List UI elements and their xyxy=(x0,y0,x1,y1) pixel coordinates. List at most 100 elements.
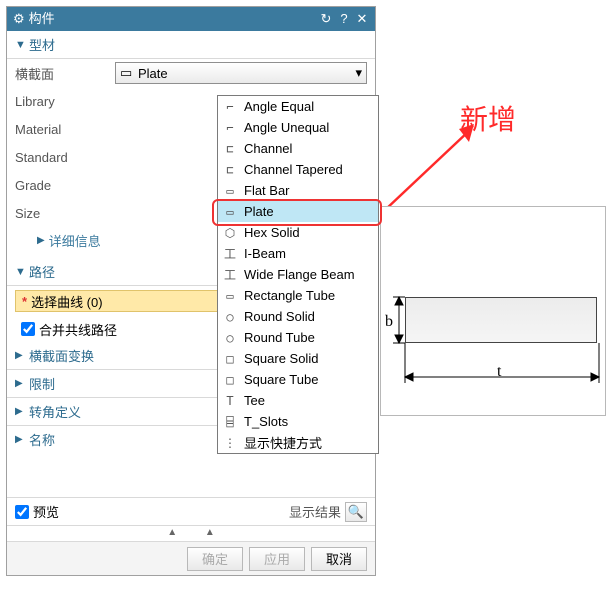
show-result-label: 显示结果 xyxy=(289,502,341,521)
dropdown-item-label: Wide Flange Beam xyxy=(244,267,355,282)
dropdown-item[interactable]: ⌐ Angle Equal xyxy=(218,96,378,117)
chevron-down-icon: ▾ xyxy=(355,65,362,81)
option-icon: ▭ xyxy=(222,205,238,219)
option-icon: ▭ xyxy=(222,184,238,198)
show-result-button[interactable]: 🔍 xyxy=(345,502,367,522)
dropdown-item-label: 显示快捷方式 xyxy=(244,433,322,452)
label-material: Material xyxy=(15,122,115,137)
dropdown-item-label: Round Tube xyxy=(244,330,315,345)
chevron-right-icon xyxy=(15,406,29,417)
option-icon: T xyxy=(222,394,238,408)
required-asterisk-icon: * xyxy=(22,294,27,309)
dropdown-item[interactable]: 工 Wide Flange Beam xyxy=(218,264,378,285)
dropdown-item-label: Angle Equal xyxy=(244,99,314,114)
dropdown-item[interactable]: ⌸ T_Slots xyxy=(218,411,378,432)
search-icon: 🔍 xyxy=(348,504,364,520)
dropdown-item[interactable]: ○ Round Tube xyxy=(218,327,378,348)
option-icon: ⌐ xyxy=(222,121,238,135)
dropdown-item[interactable]: ▭ Flat Bar xyxy=(218,180,378,201)
panel-title: 构件 xyxy=(29,7,55,31)
label-standard: Standard xyxy=(15,150,115,165)
titlebar: ⚙ 构件 ↻ ? ✕ xyxy=(7,7,375,31)
dropdown-item[interactable]: ⊏ Channel xyxy=(218,138,378,159)
help-icon[interactable]: ? xyxy=(335,7,353,31)
dropdown-item[interactable]: □ Square Tube xyxy=(218,369,378,390)
section-name-label: 名称 xyxy=(29,430,55,449)
chevron-right-icon xyxy=(37,235,45,246)
dimension-lines xyxy=(381,207,605,415)
chevron-right-icon xyxy=(15,434,29,445)
option-icon: ⊏ xyxy=(222,163,238,177)
cross-section-dropdown-list: ⌐ Angle Equal ⌐ Angle Unequal ⊏ Channel ⊏ Chann… xyxy=(217,95,379,454)
option-icon: 工 xyxy=(222,266,238,283)
dropdown-item-label: Flat Bar xyxy=(244,183,290,198)
cross-section-value: Plate xyxy=(138,66,168,81)
cross-section-dropdown[interactable]: ▭ Plate ▾ xyxy=(115,62,367,84)
label-cross-section: 横截面 xyxy=(15,64,115,83)
merge-colinear-checkbox[interactable] xyxy=(21,322,35,336)
section-limit-label: 限制 xyxy=(29,374,55,393)
dropdown-item-label: Channel Tapered xyxy=(244,162,343,177)
callout-arrow-icon xyxy=(380,120,480,220)
option-icon: ⋮ xyxy=(222,436,238,450)
dropdown-item[interactable]: ▭ Plate xyxy=(218,201,378,222)
option-icon: ○ xyxy=(222,310,238,324)
preview-label: 预览 xyxy=(33,502,59,521)
section-profile-label: 型材 xyxy=(29,35,55,54)
dropdown-item-label: Plate xyxy=(244,204,274,219)
footer-row-2: 确定 应用 取消 xyxy=(7,541,375,575)
details-label: 详细信息 xyxy=(49,231,101,250)
refresh-icon[interactable]: ↻ xyxy=(317,7,335,31)
section-path-label: 路径 xyxy=(29,262,55,281)
dropdown-item[interactable]: ⌐ Angle Unequal xyxy=(218,117,378,138)
dim-b-label: b xyxy=(385,313,393,331)
gear-icon[interactable]: ⚙ xyxy=(13,7,25,31)
chevron-right-icon xyxy=(15,350,29,361)
dropdown-item[interactable]: ⊏ Channel Tapered xyxy=(218,159,378,180)
row-cross-section: 横截面 ▭ Plate ▾ xyxy=(15,59,367,87)
dropdown-item[interactable]: □ Square Solid xyxy=(218,348,378,369)
cancel-button[interactable]: 取消 xyxy=(311,547,367,571)
section-profile-header[interactable]: 型材 xyxy=(7,31,375,59)
label-size: Size xyxy=(15,206,115,221)
dropdown-item[interactable]: ⬡ Hex Solid xyxy=(218,222,378,243)
dropdown-item-label: Square Tube xyxy=(244,372,318,387)
section-xsect-transform-label: 横截面变换 xyxy=(29,346,94,365)
dropdown-item-label: Hex Solid xyxy=(244,225,300,240)
close-icon[interactable]: ✕ xyxy=(353,7,371,31)
dropdown-item-label: T_Slots xyxy=(244,414,288,429)
option-icon: ▭ xyxy=(222,289,238,303)
dropdown-item[interactable]: ▭Rectangle Tube xyxy=(218,285,378,306)
option-icon: □ xyxy=(222,352,238,366)
option-icon: ⬡ xyxy=(222,226,238,240)
dropdown-item-label: I-Beam xyxy=(244,246,286,261)
merge-colinear-label: 合并共线路径 xyxy=(39,320,117,339)
option-icon: 工 xyxy=(222,245,238,262)
dropdown-item-label: Tee xyxy=(244,393,265,408)
preview-checkbox[interactable] xyxy=(15,505,29,519)
plate-icon: ▭ xyxy=(120,65,134,81)
collapse-handle[interactable]: ▲ ▲ xyxy=(7,525,375,541)
option-icon: ○ xyxy=(222,331,238,345)
dropdown-item[interactable]: ○ Round Solid xyxy=(218,306,378,327)
option-icon: ⌸ xyxy=(222,415,238,429)
select-curve-label: 选择曲线 (0) xyxy=(31,292,103,311)
dropdown-item-label: Channel xyxy=(244,141,292,156)
dropdown-item[interactable]: T Tee xyxy=(218,390,378,411)
dim-t-label: t xyxy=(497,363,501,381)
apply-button: 应用 xyxy=(249,547,305,571)
option-icon: ⊏ xyxy=(222,142,238,156)
dropdown-item-label: Square Solid xyxy=(244,351,318,366)
label-library: Library xyxy=(15,94,115,109)
option-icon: ⌐ xyxy=(222,100,238,114)
ok-button: 确定 xyxy=(187,547,243,571)
option-icon: □ xyxy=(222,373,238,387)
dropdown-item-label: Angle Unequal xyxy=(244,120,329,135)
dropdown-item[interactable]: ⋮ 显示快捷方式 xyxy=(218,432,378,453)
footer-row-1: 预览 显示结果 🔍 xyxy=(7,497,375,525)
chevron-down-icon xyxy=(15,39,29,51)
dropdown-item-label: Round Solid xyxy=(244,309,315,324)
dropdown-item[interactable]: 工 I-Beam xyxy=(218,243,378,264)
label-grade: Grade xyxy=(15,178,115,193)
chevron-down-icon xyxy=(15,266,29,278)
